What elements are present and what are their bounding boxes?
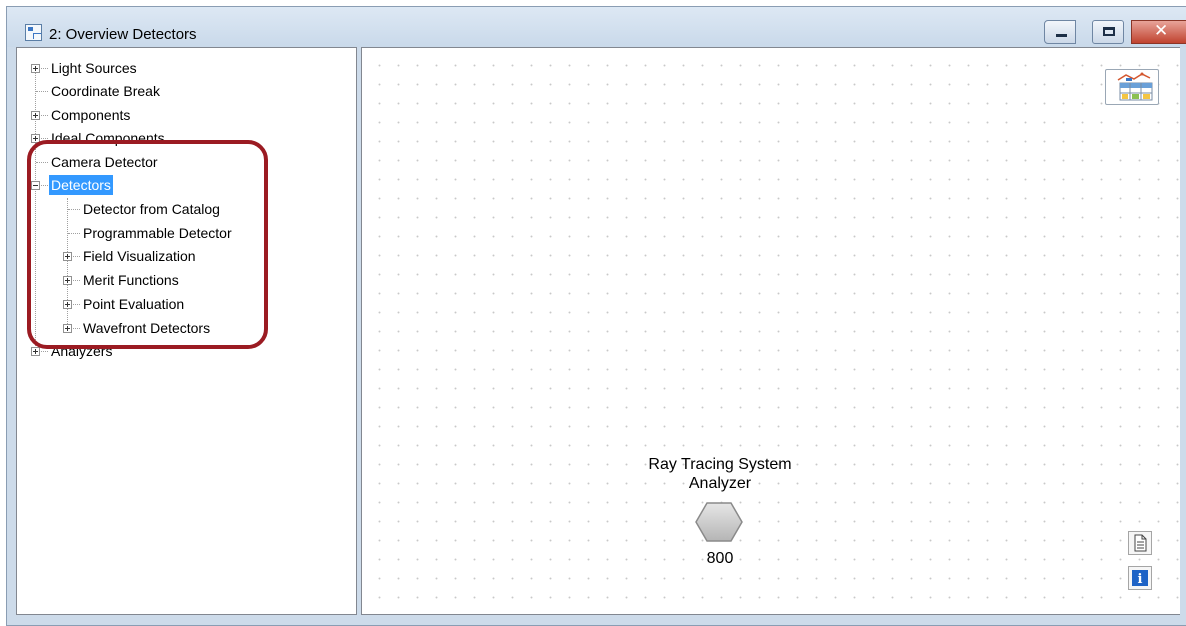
tree-item-components[interactable]: Components [49,105,132,125]
expand-plus-icon[interactable] [63,252,72,261]
tree-item-label: Field Visualization [83,248,196,264]
tree-connector [73,328,80,329]
tree-item-detectors[interactable]: Detectors [49,175,113,195]
overview-diagram-icon [25,24,42,41]
expand-plus-icon[interactable] [63,300,72,309]
expand-plus-icon[interactable] [63,276,72,285]
tree-connector [73,256,80,257]
analyzer-hexagon-icon[interactable] [694,500,744,544]
tree-item-label: Merit Functions [83,272,179,288]
analyzer-label-line2: Analyzer [688,475,752,492]
spreadsheet-chart-glyph [1117,72,1153,101]
tree-item-programmable-detector[interactable]: Programmable Detector [81,223,234,243]
tree-item-camera-detector[interactable]: Camera Detector [49,152,160,172]
analyzer-label-line1: Ray Tracing System [648,456,792,473]
tree-connector [73,304,80,305]
expand-plus-icon[interactable] [31,111,40,120]
expand-plus-icon[interactable] [31,134,40,143]
tree-item-label: Components [51,107,131,123]
close-button[interactable]: ✕ [1131,20,1186,44]
tree-connector [41,351,48,352]
tree-item-light-sources[interactable]: Light Sources [49,58,139,78]
info-glyph: i [1138,572,1143,587]
tree-item-coordinate-break[interactable]: Coordinate Break [49,81,162,101]
tree-item-label: Programmable Detector [83,225,232,241]
tree-item-label: Coordinate Break [51,83,160,99]
collapse-minus-icon[interactable] [31,181,40,190]
document-button[interactable] [1128,531,1152,555]
document-icon [1134,534,1147,552]
maximize-button[interactable] [1092,20,1124,44]
tree-item-label: Light Sources [51,60,137,76]
analyzer-label: Ray Tracing System Analyzer [610,455,830,493]
tree-item-detector-from-catalog[interactable]: Detector from Catalog [81,199,222,219]
window-title: 2: Overview Detectors [49,26,197,43]
tree-connector [73,280,80,281]
tree-item-label: Detectors [49,175,113,195]
title-bar[interactable]: 2: Overview Detectors ✕ [7,7,1186,47]
tree-connector [41,138,48,139]
expand-plus-icon[interactable] [63,324,72,333]
close-icon: ✕ [1154,21,1169,41]
info-icon: i [1132,570,1148,587]
tree-connector [68,209,80,210]
catalog-tree[interactable]: Light Sources Coordinate Break Component… [16,47,357,615]
tree-item-label: Detector from Catalog [83,201,220,217]
spreadsheet-chart-icon[interactable] [1105,69,1159,105]
tree-connector [41,185,48,186]
tree-connector [68,233,80,234]
tree-item-wavefront-detectors[interactable]: Wavefront Detectors [81,318,212,338]
tree-item-label: Analyzers [51,343,113,359]
expand-plus-icon[interactable] [31,64,40,73]
tree-connector [36,162,48,163]
tree-item-field-visualization[interactable]: Field Visualization [81,246,198,266]
analyzer-number: 800 [706,550,734,567]
tree-connector [35,64,36,352]
info-button[interactable]: i [1128,566,1152,590]
tree-item-label: Wavefront Detectors [83,320,211,336]
system-canvas[interactable] [361,47,1180,615]
tree-item-label: Camera Detector [51,154,158,170]
tree-connector [41,68,48,69]
tree-item-label: Ideal Components [51,130,165,146]
tree-item-ideal-components[interactable]: Ideal Components [49,128,167,148]
tree-connector [36,91,48,92]
tree-item-analyzers[interactable]: Analyzers [49,341,114,361]
maximize-icon [1103,27,1115,36]
minimize-button[interactable] [1044,20,1076,44]
tree-item-label: Point Evaluation [83,296,185,312]
expand-plus-icon[interactable] [31,347,40,356]
tree-item-point-evaluation[interactable]: Point Evaluation [81,294,186,314]
tree-item-merit-functions[interactable]: Merit Functions [81,270,181,290]
tree-connector [41,115,48,116]
minimize-icon [1056,34,1067,37]
